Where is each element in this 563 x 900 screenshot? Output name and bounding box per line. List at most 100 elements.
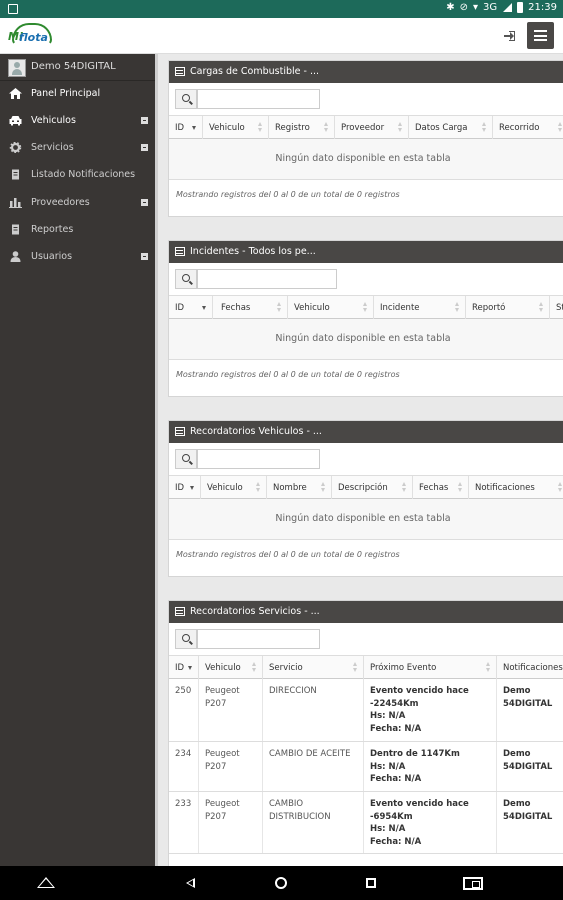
logout-icon[interactable]: [504, 30, 516, 42]
sidebar-item-vehiculos[interactable]: Vehiculos: [0, 108, 155, 134]
system-navigation-bar: [0, 866, 563, 900]
search-button[interactable]: [175, 89, 197, 109]
empty-table-message: Ningún dato disponible en esta tabla: [169, 319, 563, 360]
table-icon: [175, 67, 185, 76]
search-icon: [182, 274, 190, 282]
user-name: Demo 54DIGITAL: [31, 61, 116, 72]
panel-incidentes: Incidentes - Todos los pe... ID Fechas V…: [168, 240, 563, 397]
column-header-recorrido[interactable]: Recorrido: [493, 116, 563, 139]
column-header-vehiculo[interactable]: Vehiculo: [288, 296, 374, 319]
search-button[interactable]: [175, 449, 197, 469]
sidebar-item-listado-notificaciones[interactable]: Listado Notificaciones: [0, 162, 155, 188]
table-icon: [175, 247, 185, 256]
mi-flota-logo[interactable]: Mi flota: [8, 21, 56, 51]
cell-notificaciones: Demo 54DIGITAL: [503, 686, 553, 709]
panel-cargas-combustible: Cargas de Combustible - ... ID Vehiculo …: [168, 60, 563, 217]
bluetooth-icon: ✱: [446, 2, 455, 13]
home-icon[interactable]: [275, 877, 287, 889]
search-button[interactable]: [175, 629, 197, 649]
sidebar-item-proveedores[interactable]: Proveedores: [0, 190, 155, 216]
panel-title: Recordatorios Vehiculos - ...: [190, 426, 322, 437]
sidebar-item-usuarios[interactable]: Usuarios: [0, 244, 155, 270]
table-row[interactable]: 234 Peugeot P207 CAMBIO DE ACEITE Dentro …: [169, 742, 563, 792]
app-header: Mi flota: [0, 18, 563, 54]
main-content: Cargas de Combustible - ... ID Vehiculo …: [155, 54, 563, 866]
recents-icon[interactable]: [366, 878, 376, 888]
panel-header: Recordatorios Vehiculos - ...: [169, 421, 563, 443]
search-input[interactable]: [197, 629, 320, 649]
chart-icon: [9, 198, 22, 208]
network-type: 3G: [483, 2, 498, 13]
column-header-vehiculo[interactable]: Vehiculo: [201, 476, 267, 499]
cell-vehiculo: Peugeot P207: [199, 742, 263, 791]
sidebar-item-servicios[interactable]: Servicios: [0, 135, 155, 161]
panel-title: Cargas de Combustible - ...: [190, 66, 320, 77]
column-header-nombre[interactable]: Nombre: [267, 476, 332, 499]
column-header-incidente[interactable]: Incidente: [374, 296, 466, 319]
table-header: ID Vehiculo Servicio Próximo Evento Noti…: [169, 655, 563, 679]
table-header: ID Vehiculo Nombre Descripción Fechas No…: [169, 475, 563, 499]
cell-id: 233: [169, 792, 199, 853]
expand-icon[interactable]: [141, 253, 148, 260]
column-header-notificaciones[interactable]: Notificaciones: [469, 476, 563, 499]
expand-icon[interactable]: [141, 117, 148, 124]
table-header: ID Vehiculo Registro Proveedor Datos Car…: [169, 115, 563, 139]
search-button[interactable]: [175, 269, 197, 289]
column-header-notificaciones[interactable]: Notificaciones: [497, 656, 563, 679]
column-header-id[interactable]: ID: [169, 656, 199, 679]
cell-id: 250: [169, 679, 199, 741]
sidebar-item-reportes[interactable]: Reportes: [0, 217, 155, 243]
table-row[interactable]: 250 Peugeot P207 DIRECCION Evento vencido…: [169, 679, 563, 742]
column-header-reporto[interactable]: Reportó: [466, 296, 550, 319]
user-icon: [10, 251, 21, 262]
table-row[interactable]: 233 Peugeot P207 CAMBIO DISTRIBUCION Event…: [169, 792, 563, 854]
search-row: [169, 443, 563, 475]
status-bar: ✱ ⊘ ▾ 3G 21:39: [0, 0, 563, 18]
sidebar-item-panel-principal[interactable]: Panel Principal: [0, 81, 155, 107]
avatar: [8, 59, 26, 77]
hamburger-menu-button[interactable]: [527, 22, 554, 49]
gear-icon: [9, 142, 22, 153]
column-header-proximo-evento[interactable]: Próximo Evento: [364, 656, 497, 679]
cell-notificaciones: Demo 54DIGITAL: [503, 749, 553, 772]
home-icon: [9, 88, 22, 99]
column-header-datos-carga[interactable]: Datos Carga: [409, 116, 493, 139]
sidebar-user[interactable]: Demo 54DIGITAL: [0, 54, 155, 81]
search-row: [169, 83, 563, 115]
cell-notificaciones: Demo 54DIGITAL: [503, 799, 553, 822]
expand-icon[interactable]: [141, 144, 148, 151]
column-header-id[interactable]: ID: [169, 296, 213, 319]
column-header-id[interactable]: ID: [169, 116, 203, 139]
column-header-fechas[interactable]: Fechas: [413, 476, 469, 499]
panel-header: Cargas de Combustible - ...: [169, 61, 563, 83]
panel-title: Incidentes - Todos los pe...: [190, 246, 316, 257]
screen-cast-icon[interactable]: [463, 877, 483, 890]
clipboard-icon: [12, 224, 19, 235]
column-header-proveedor[interactable]: Proveedor: [335, 116, 409, 139]
empty-table-message: Ningún dato disponible en esta tabla: [169, 139, 563, 180]
column-header-registro[interactable]: Registro: [269, 116, 335, 139]
table-icon: [175, 427, 185, 436]
column-header-vehiculo[interactable]: Vehiculo: [199, 656, 263, 679]
column-header-servicio[interactable]: Servicio: [263, 656, 364, 679]
back-icon[interactable]: [186, 878, 195, 888]
sidebar: Demo 54DIGITAL Panel Principal Vehiculos…: [0, 54, 155, 866]
clock: 21:39: [528, 2, 557, 13]
table-header: ID Fechas Vehiculo Incidente Reportó St: [169, 295, 563, 319]
column-header-st[interactable]: St: [550, 296, 563, 319]
column-header-vehiculo[interactable]: Vehiculo: [203, 116, 269, 139]
cell-vehiculo: Peugeot P207: [199, 792, 263, 853]
search-input[interactable]: [197, 449, 320, 469]
search-input[interactable]: [197, 89, 320, 109]
column-header-fechas[interactable]: Fechas: [213, 296, 288, 319]
search-row: [169, 623, 563, 655]
expand-icon[interactable]: [141, 199, 148, 206]
wifi-icon: ▾: [473, 2, 479, 13]
keyboard-hide-icon[interactable]: [37, 877, 55, 888]
search-input[interactable]: [197, 269, 337, 289]
cell-id: 234: [169, 742, 199, 791]
battery-icon: [517, 2, 524, 13]
column-header-id[interactable]: ID: [169, 476, 201, 499]
column-header-descripcion[interactable]: Descripción: [332, 476, 413, 499]
cell-proximo-evento: Evento vencido hace -6954Km Hs: N/A Fecha: …: [364, 792, 497, 853]
